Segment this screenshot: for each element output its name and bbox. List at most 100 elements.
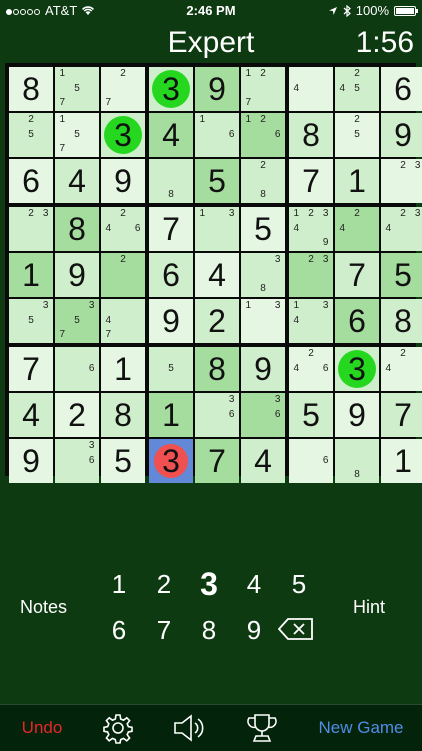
- sudoku-cell[interactable]: 24: [335, 207, 379, 251]
- sudoku-cell[interactable]: 357: [55, 299, 99, 343]
- sudoku-cell[interactable]: 6: [381, 67, 422, 111]
- sudoku-cell[interactable]: 6: [289, 439, 333, 483]
- sudoku-cell[interactable]: 8: [335, 439, 379, 483]
- sudoku-cell[interactable]: 9: [335, 393, 379, 437]
- sudoku-cell[interactable]: 3: [335, 347, 379, 391]
- digit-key-8[interactable]: 8: [189, 615, 229, 645]
- sudoku-cell[interactable]: 126: [241, 113, 285, 157]
- sudoku-cell[interactable]: 8: [55, 207, 99, 251]
- sudoku-cell[interactable]: 6: [149, 253, 193, 297]
- sudoku-cell[interactable]: 28: [241, 159, 285, 203]
- digit-key-3[interactable]: 3: [189, 568, 229, 600]
- sudoku-cell[interactable]: 4: [195, 253, 239, 297]
- digit-key-5[interactable]: 5: [279, 569, 319, 599]
- sudoku-cell[interactable]: 25: [9, 113, 53, 157]
- sudoku-cell[interactable]: 8: [381, 299, 422, 343]
- sudoku-cell[interactable]: 25: [335, 113, 379, 157]
- sudoku-cell[interactable]: 7: [195, 439, 239, 483]
- digit-key-7[interactable]: 7: [144, 615, 184, 645]
- sudoku-cell[interactable]: 2: [195, 299, 239, 343]
- sudoku-cell[interactable]: 4: [9, 393, 53, 437]
- sudoku-cell[interactable]: 245: [335, 67, 379, 111]
- sudoku-cell[interactable]: 8: [195, 347, 239, 391]
- sudoku-cell[interactable]: 36: [55, 439, 99, 483]
- notes-button[interactable]: Notes: [20, 597, 67, 618]
- sudoku-cell[interactable]: 9: [55, 253, 99, 297]
- sudoku-cell[interactable]: 13: [195, 207, 239, 251]
- sudoku-cell[interactable]: 4: [149, 113, 193, 157]
- sudoku-cell[interactable]: 23 4: [381, 207, 422, 251]
- sudoku-cell[interactable]: 4: [241, 439, 285, 483]
- digit-key-4[interactable]: 4: [234, 569, 274, 599]
- sudoku-cell[interactable]: 8: [101, 393, 145, 437]
- digit-key-1[interactable]: 1: [99, 569, 139, 599]
- sudoku-cell[interactable]: 27: [101, 67, 145, 111]
- sudoku-cell[interactable]: 23: [289, 253, 333, 297]
- sudoku-cell[interactable]: 4: [289, 67, 333, 111]
- sudoku-cell[interactable]: 1: [335, 159, 379, 203]
- sudoku-cell[interactable]: 157: [55, 113, 99, 157]
- sudoku-cell[interactable]: 8: [149, 159, 193, 203]
- sudoku-cell[interactable]: 9: [381, 113, 422, 157]
- sudoku-cell[interactable]: 23: [381, 159, 422, 203]
- sudoku-cell[interactable]: 5: [195, 159, 239, 203]
- leaderboard-button[interactable]: [240, 705, 284, 751]
- sudoku-cell[interactable]: 9: [9, 439, 53, 483]
- sudoku-cell[interactable]: 5: [149, 347, 193, 391]
- sudoku-cell[interactable]: 16: [195, 113, 239, 157]
- settings-button[interactable]: [96, 705, 140, 751]
- sudoku-cell[interactable]: 7: [149, 207, 193, 251]
- sudoku-cell[interactable]: 5: [289, 393, 333, 437]
- sudoku-cell[interactable]: 36: [195, 393, 239, 437]
- sudoku-cell[interactable]: 5: [381, 253, 422, 297]
- sudoku-cell[interactable]: 2: [55, 393, 99, 437]
- sudoku-cell[interactable]: 23: [9, 207, 53, 251]
- sudoku-cell[interactable]: 38: [241, 253, 285, 297]
- sudoku-cell[interactable]: 7: [335, 253, 379, 297]
- sudoku-cell[interactable]: 3: [101, 113, 145, 157]
- digit-key-6[interactable]: 6: [99, 615, 139, 645]
- sudoku-cell[interactable]: 123 4 9: [289, 207, 333, 251]
- undo-button[interactable]: Undo: [0, 705, 84, 751]
- digit-key-9[interactable]: 9: [234, 615, 274, 645]
- sudoku-cell[interactable]: 24 6: [289, 347, 333, 391]
- sudoku-cell[interactable]: 1: [381, 439, 422, 483]
- sudoku-cell[interactable]: 2: [101, 253, 145, 297]
- sudoku-cell[interactable]: 3: [149, 67, 193, 111]
- sudoku-cell[interactable]: 3: [149, 439, 193, 483]
- sound-button[interactable]: [168, 705, 212, 751]
- sudoku-cell[interactable]: 1 3 4: [289, 299, 333, 343]
- sudoku-cell[interactable]: 24 6: [101, 207, 145, 251]
- hint-button[interactable]: Hint: [353, 597, 385, 618]
- sudoku-cell[interactable]: 13: [241, 299, 285, 343]
- sudoku-cell[interactable]: 5: [241, 207, 285, 251]
- sudoku-cell[interactable]: 6: [55, 347, 99, 391]
- sudoku-cell[interactable]: 4: [55, 159, 99, 203]
- sudoku-cell[interactable]: 9: [195, 67, 239, 111]
- sudoku-cell[interactable]: 5: [101, 439, 145, 483]
- sudoku-cell[interactable]: 8: [289, 113, 333, 157]
- sudoku-cell[interactable]: 6: [335, 299, 379, 343]
- sudoku-cell[interactable]: 9: [241, 347, 285, 391]
- sudoku-cell[interactable]: 9: [149, 299, 193, 343]
- sudoku-cell[interactable]: 1: [9, 253, 53, 297]
- sudoku-cell[interactable]: 35: [9, 299, 53, 343]
- cell-value: 4: [68, 163, 86, 199]
- sudoku-cell[interactable]: 36: [241, 393, 285, 437]
- sudoku-cell[interactable]: 8: [9, 67, 53, 111]
- pencil-note: 2: [28, 114, 34, 125]
- digit-key-2[interactable]: 2: [144, 569, 184, 599]
- sudoku-cell[interactable]: 1: [101, 347, 145, 391]
- backspace-icon[interactable]: [278, 618, 314, 640]
- sudoku-cell[interactable]: 157: [55, 67, 99, 111]
- new-game-button[interactable]: New Game: [306, 705, 416, 751]
- sudoku-cell[interactable]: 6: [9, 159, 53, 203]
- sudoku-cell[interactable]: 7: [9, 347, 53, 391]
- sudoku-cell[interactable]: 7: [381, 393, 422, 437]
- sudoku-cell[interactable]: 24: [381, 347, 422, 391]
- sudoku-cell[interactable]: 7: [289, 159, 333, 203]
- sudoku-cell[interactable]: 47: [101, 299, 145, 343]
- sudoku-cell[interactable]: 1: [149, 393, 193, 437]
- sudoku-cell[interactable]: 12 7: [241, 67, 285, 111]
- sudoku-cell[interactable]: 9: [101, 159, 145, 203]
